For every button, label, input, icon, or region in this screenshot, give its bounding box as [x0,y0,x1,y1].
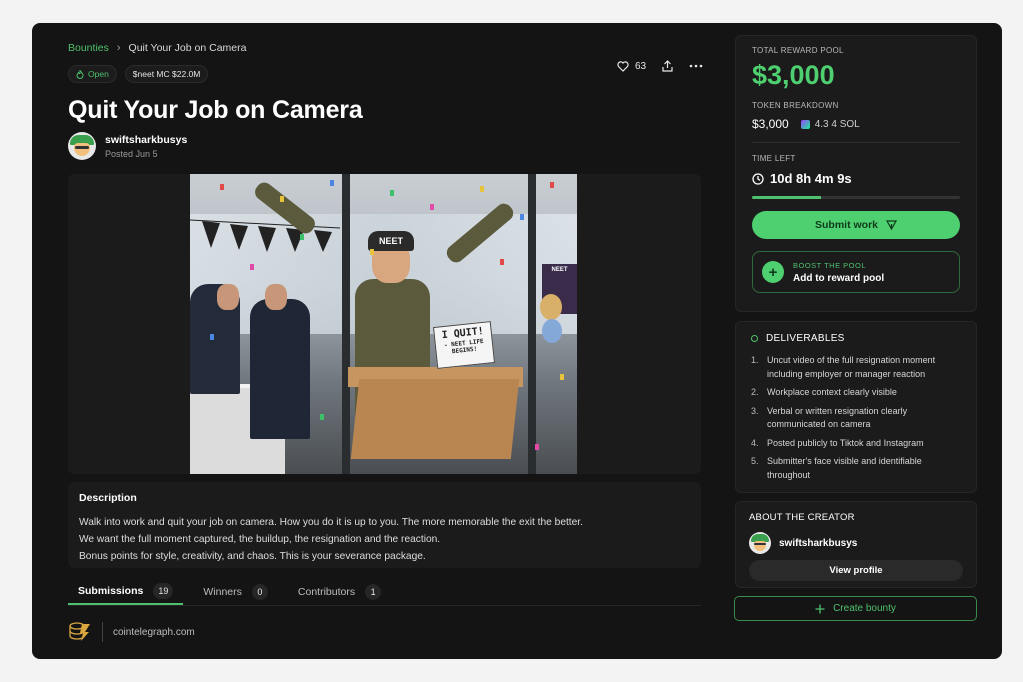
tab-bar: Submissions 19 Winners 0 Contributors 1 [68,578,701,606]
list-item: 2. Workplace context clearly visible [751,386,961,400]
creator-name[interactable]: swiftsharkbusys [779,538,857,549]
sol-amount: 4.3 4 SOL [814,118,860,130]
page-title: Quit Your Job on Camera [68,96,363,124]
usd-value: $3,000 [752,117,789,131]
posted-date: Posted Jun 5 [105,148,158,159]
tab-winners[interactable]: Winners 0 [193,578,278,605]
heart-icon [617,60,629,72]
tab-count: 1 [365,583,382,600]
tab-label: Winners [203,585,242,598]
creator-name[interactable]: swiftsharkbusys [105,134,187,146]
badge-row: Open $neet MC $22.0M [68,65,209,83]
bunting-decoration [190,219,340,252]
avatar[interactable] [68,132,96,160]
deliverable-text: Uncut video of the full resignation mome… [767,355,936,379]
reward-panel: TOTAL REWARD POOL $3,000 TOKEN BREAKDOWN… [735,35,977,312]
bounty-image: NEET I QUIT! - NEET LIFE BEGINS! NEET [190,174,577,474]
creator-row: swiftsharkbusys [749,532,963,554]
more-options-icon[interactable] [689,64,703,68]
tab-count: 19 [153,582,174,599]
about-creator-panel: ABOUT THE CREATOR swiftsharkbusys View p… [735,501,977,588]
tab-label: Contributors [297,585,356,598]
time-progress-bar [752,196,960,199]
time-progress-fill [752,196,821,199]
hero-media: NEET I QUIT! - NEET LIFE BEGINS! NEET [68,174,701,474]
boost-action: Add to reward pool [793,272,885,284]
sol-value: 4.3 4 SOL [800,118,860,130]
deliverables-list: 1. Uncut video of the full resignation mo… [751,354,961,482]
chevron-right-icon: › [116,42,121,54]
boost-pool-button[interactable]: + BOOST THE POOL Add to reward pool [752,251,960,293]
avatar[interactable] [749,532,771,554]
beanie-text: NEET [368,231,414,251]
like-button[interactable]: 63 [617,61,646,72]
source-footer: cointelegraph.com [68,621,195,643]
description-heading: Description [79,492,137,504]
app-window: Bounties › Quit Your Job on Camera Open … [32,23,1002,659]
flame-icon [76,69,84,79]
market-cap-label: $neet MC $22.0M [132,69,201,79]
tab-count: 0 [251,583,268,600]
time-left-value: 10d 8h 4m 9s [770,171,852,186]
action-bar: 63 [617,60,703,72]
list-item: 1. Uncut video of the full resignation mo… [751,354,961,381]
view-profile-button[interactable]: View profile [749,560,963,581]
deliverable-text: Verbal or written resignation clearly co… [767,405,908,430]
submit-work-label: Submit work [814,219,878,231]
divider [102,622,103,642]
deliverable-text: Posted publicly to Tiktok and Instagram [767,437,924,448]
reward-pool-label: TOTAL REWARD POOL [752,46,844,55]
solana-icon [800,119,810,129]
quit-sign: I QUIT! - NEET LIFE BEGINS! [432,321,496,369]
source-label: cointelegraph.com [113,626,195,638]
tab-contributors[interactable]: Contributors 1 [288,578,391,605]
list-item: 5. Submitter's face visible and identifia… [751,455,961,482]
about-creator-heading: ABOUT THE CREATOR [749,512,855,523]
time-left: 10d 8h 4m 9s [752,171,960,186]
deliverables-title: DELIVERABLES [766,333,845,344]
deliverable-text: Workplace context clearly visible [767,387,897,397]
breadcrumb-bounties-link[interactable]: Bounties [68,42,109,54]
breadcrumb: Bounties › Quit Your Job on Camera [68,42,246,54]
tab-submissions[interactable]: Submissions 19 [68,578,184,605]
description-line-2: We want the full moment captured, the bu… [79,533,441,545]
status-label: Open [88,69,109,79]
plus-icon [815,604,825,613]
creator-info: swiftsharkbusys Posted Jun 5 [68,132,187,160]
description-line-1: Walk into work and quit your job on came… [79,517,583,528]
like-count: 63 [635,60,647,72]
description-card: Description Walk into work and quit your… [68,482,701,568]
token-breakdown: $3,000 4.3 4 SOL [752,117,960,131]
description-line-3: Bonus points for style, creativity, and … [79,550,426,562]
breadcrumb-current: Quit Your Job on Camera [128,42,247,54]
create-bounty-button[interactable]: Create bounty [734,596,977,621]
status-badge: Open [68,65,117,83]
cointelegraph-logo-icon [69,622,90,641]
clock-icon [752,172,764,185]
plus-icon: + [762,261,784,283]
deliverables-panel: DELIVERABLES 1. Uncut video of the full r… [735,321,977,493]
boost-title: BOOST THE POOL [793,260,866,270]
deliverables-heading: DELIVERABLES [751,333,961,344]
list-item: 4. Posted publicly to Tiktok and Instagra… [751,437,961,451]
list-item: 3. Verbal or written resignation clearly … [751,405,961,432]
deliverable-text: Submitter's face visible and identifiabl… [767,456,922,480]
tab-label: Submissions [78,584,144,597]
target-icon [751,335,758,342]
reward-amount: $3,000 [752,60,835,90]
divider [752,142,960,143]
create-bounty-label: Create bounty [833,603,896,614]
token-breakdown-label: TOKEN BREAKDOWN [752,101,839,110]
market-cap-badge: $neet MC $22.0M [124,65,209,83]
send-icon [886,220,897,230]
submit-work-button[interactable]: Submit work [752,211,960,239]
share-icon[interactable] [662,60,673,72]
time-left-label: TIME LEFT [752,154,796,163]
